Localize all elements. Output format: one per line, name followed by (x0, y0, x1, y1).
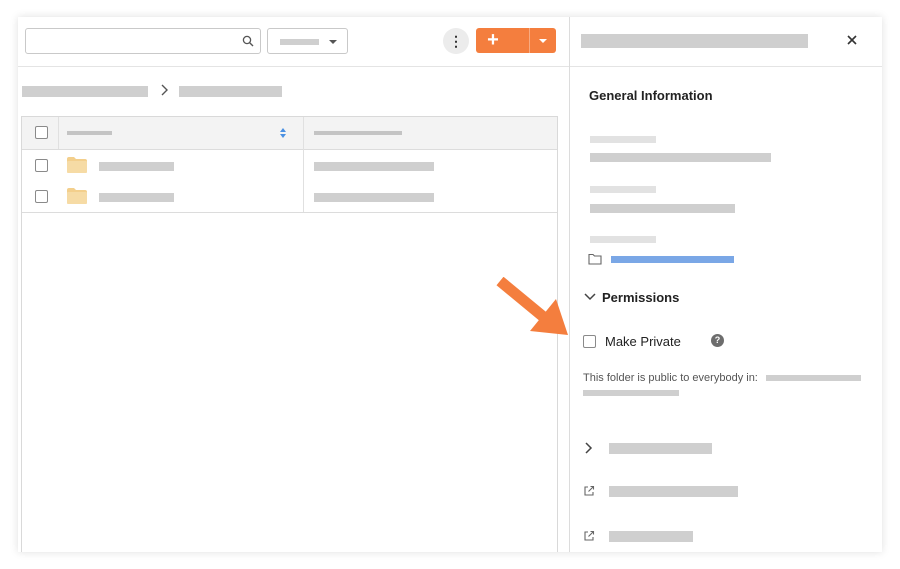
app-window: ⋮ + General Information Permissions Make… (18, 17, 882, 552)
filter-value (280, 39, 319, 45)
close-icon[interactable] (845, 33, 859, 47)
field-value (590, 153, 771, 162)
table-row[interactable] (22, 181, 557, 213)
create-button[interactable]: + (476, 28, 556, 53)
row-checkbox[interactable] (35, 190, 48, 203)
create-dropdown-caret-icon[interactable] (539, 39, 547, 43)
row-detail (314, 193, 434, 202)
header-divider (58, 117, 59, 149)
button-divider (529, 28, 530, 53)
name-column-header[interactable] (67, 131, 112, 135)
folder-outline-icon (588, 253, 602, 265)
permissions-title[interactable]: Permissions (602, 290, 679, 305)
folder-icon (67, 188, 87, 204)
field-value (590, 204, 735, 213)
plus-icon: + (487, 29, 499, 51)
make-private-checkbox[interactable] (583, 335, 596, 348)
file-table (21, 116, 558, 552)
help-icon[interactable]: ? (711, 334, 724, 347)
breadcrumb-current[interactable] (179, 86, 282, 97)
breadcrumb-root[interactable] (22, 86, 148, 97)
field-label (590, 186, 656, 193)
document-list-pane: ⋮ + (18, 17, 569, 552)
public-access-text: This folder is public to everybody in: (583, 372, 758, 384)
external-link[interactable] (609, 531, 693, 542)
detail-panel: General Information Permissions Make Pri… (569, 17, 882, 552)
external-link-icon (584, 485, 595, 496)
search-input[interactable] (25, 28, 261, 54)
row-name[interactable] (99, 193, 174, 202)
location-link[interactable] (611, 256, 734, 263)
field-label (590, 236, 656, 243)
table-row[interactable] (22, 150, 557, 182)
public-access-target (766, 375, 861, 381)
filter-dropdown[interactable] (267, 28, 348, 54)
field-label (590, 136, 656, 143)
search-icon (242, 35, 254, 47)
detail-panel-header (570, 17, 882, 67)
external-link-icon (584, 530, 595, 541)
public-access-target-cont (583, 390, 679, 396)
annotation-arrow (496, 277, 568, 335)
more-options-button[interactable]: ⋮ (443, 28, 469, 54)
toolbar: ⋮ + (18, 17, 569, 67)
column-divider (303, 117, 304, 212)
chevron-down-icon[interactable] (584, 292, 596, 302)
chevron-down-icon (329, 40, 337, 44)
make-private-label[interactable]: Make Private (605, 334, 681, 349)
chevron-right-icon[interactable] (584, 442, 594, 454)
collapsed-section[interactable] (609, 443, 712, 454)
second-column-header[interactable] (314, 131, 402, 135)
external-link[interactable] (609, 486, 738, 497)
select-all-checkbox[interactable] (35, 126, 48, 139)
table-header (22, 117, 557, 150)
row-name[interactable] (99, 162, 174, 171)
folder-icon (67, 157, 87, 173)
section-title: General Information (589, 88, 713, 103)
detail-panel-title (581, 34, 808, 48)
row-detail (314, 162, 434, 171)
sort-icon[interactable] (279, 127, 287, 139)
row-checkbox[interactable] (35, 159, 48, 172)
chevron-right-icon (161, 84, 168, 96)
